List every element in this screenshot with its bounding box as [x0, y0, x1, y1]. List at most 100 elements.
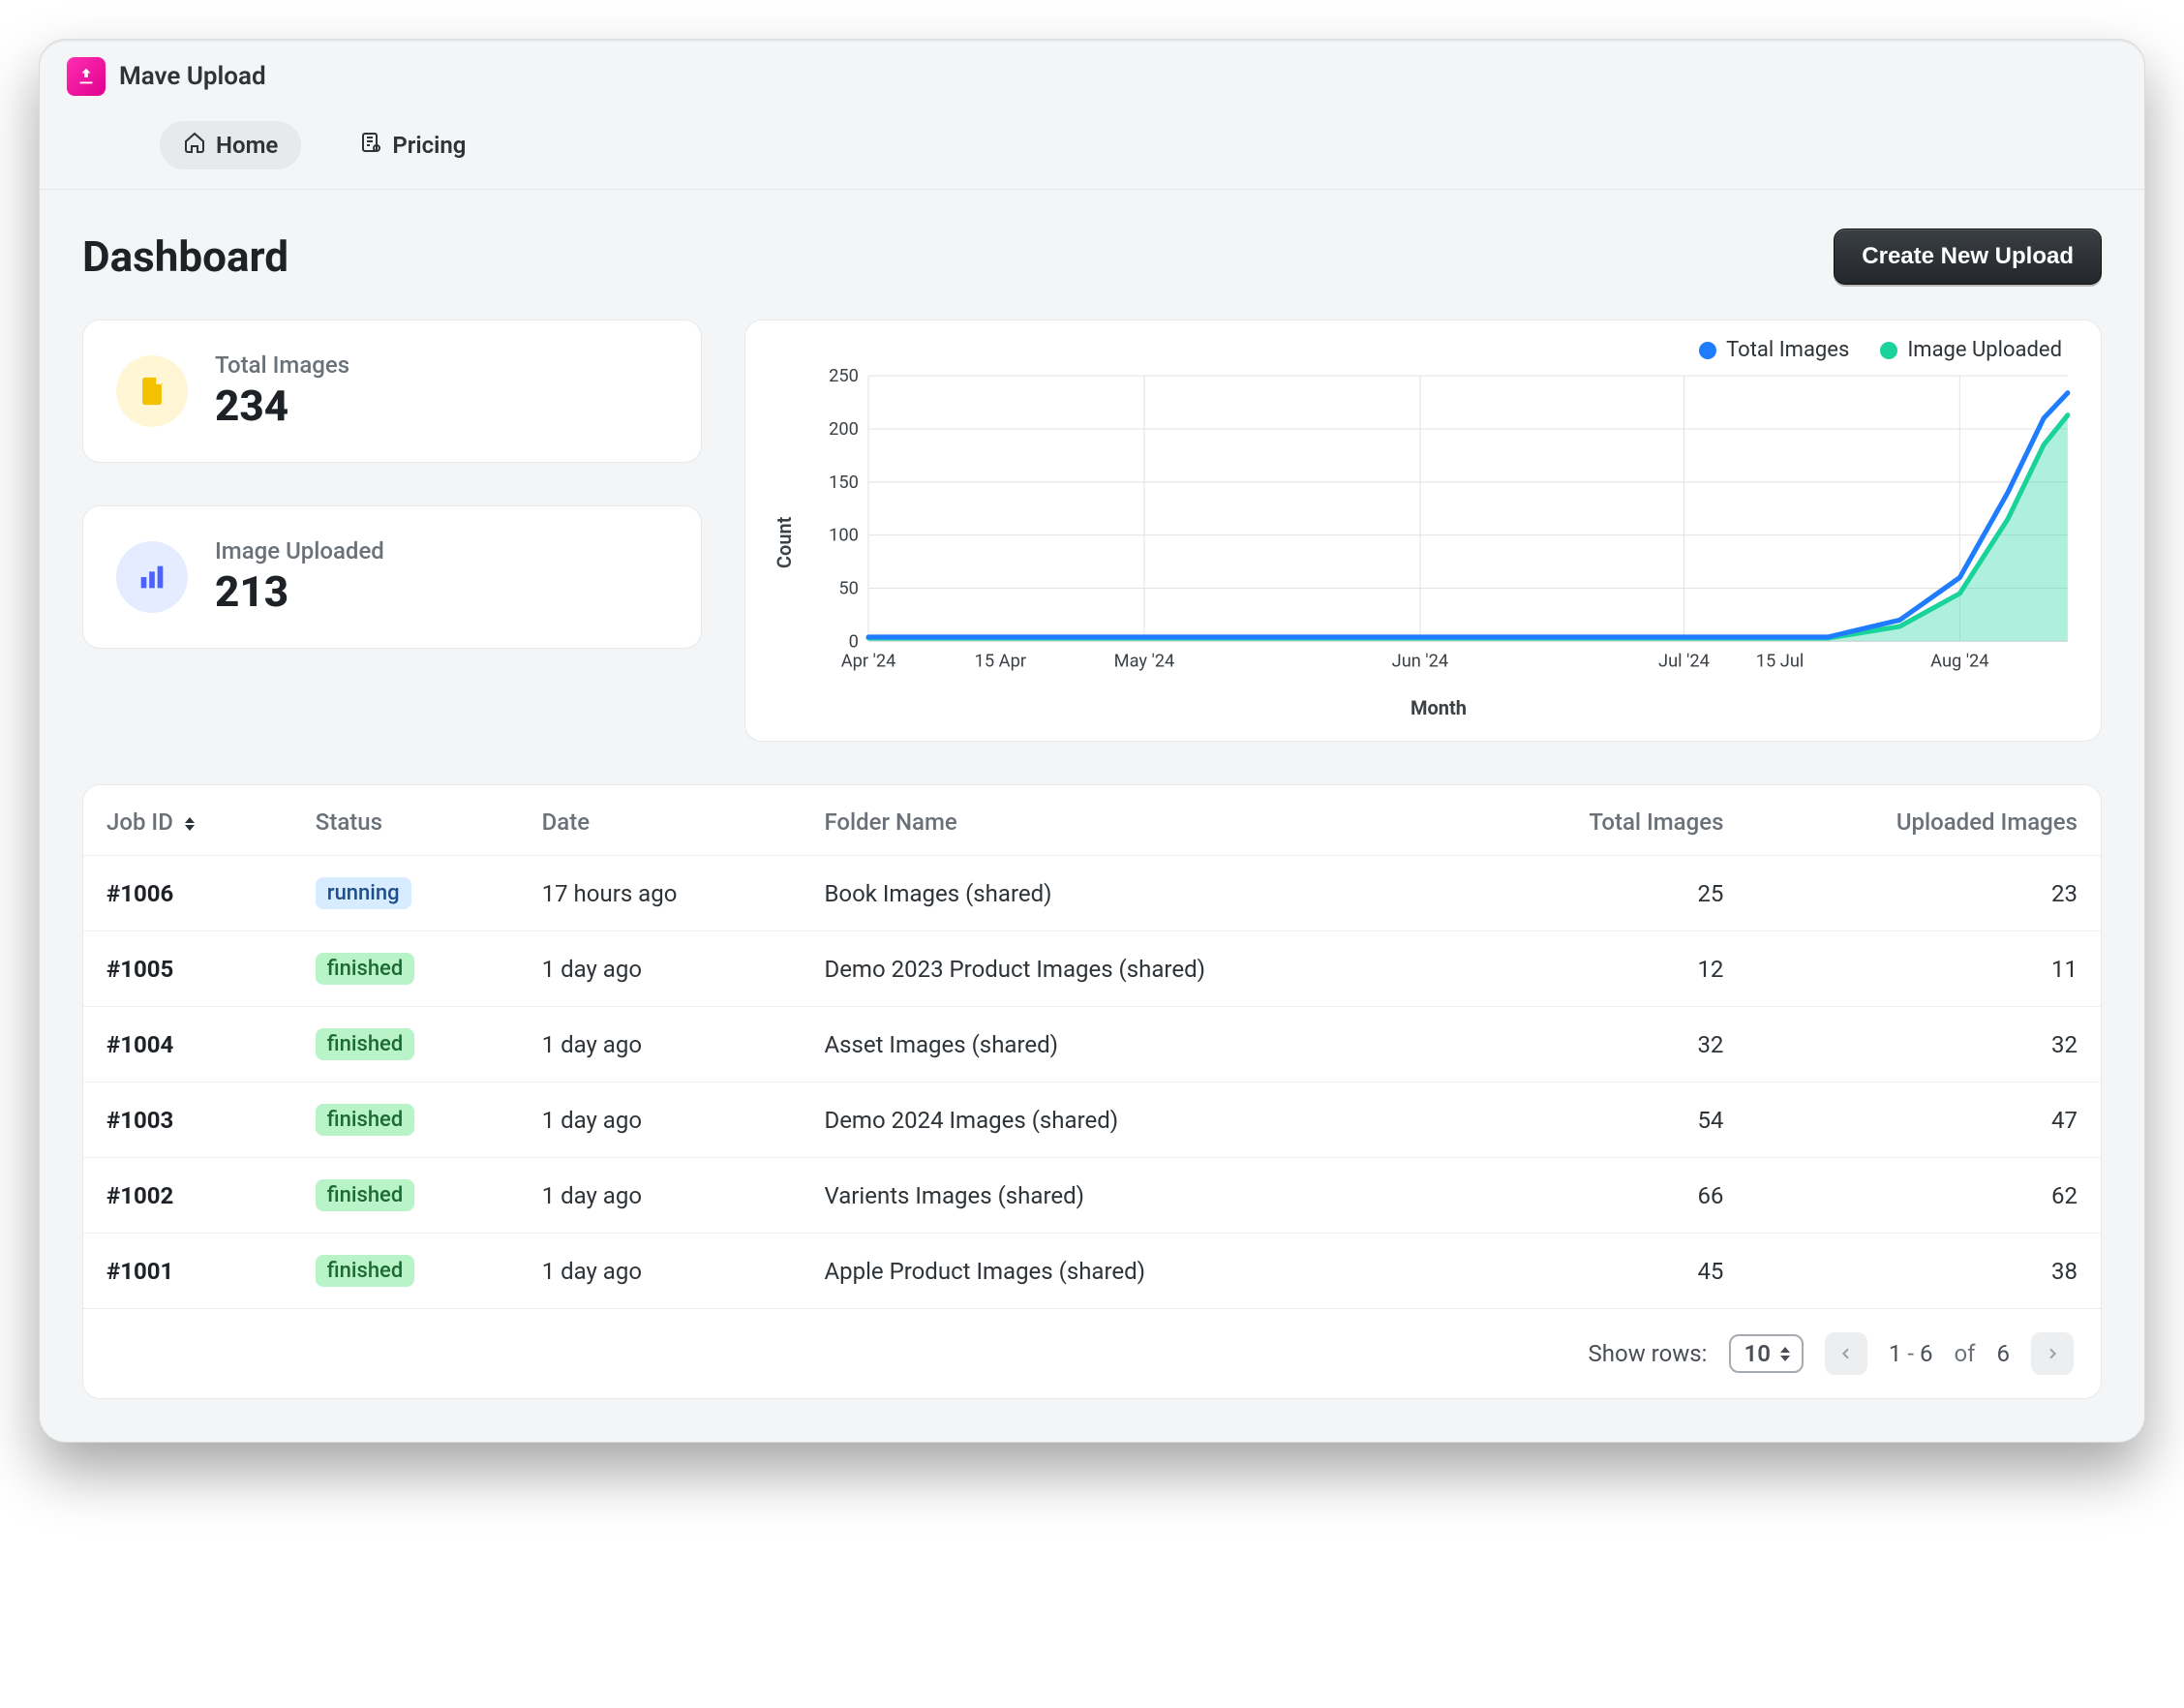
stats-row: Total Images 234 Image Uploaded 213 Tota… — [82, 320, 2102, 742]
status-badge: running — [316, 877, 411, 909]
col-job-id[interactable]: Job ID — [83, 785, 292, 856]
col-total[interactable]: Total Images — [1466, 785, 1747, 856]
stat-card-total-images: Total Images 234 — [82, 320, 702, 463]
nav-home[interactable]: Home — [160, 121, 301, 169]
file-icon — [116, 355, 188, 427]
svg-text:0: 0 — [849, 631, 859, 652]
home-icon — [183, 131, 206, 160]
chart-plot: 050100150200250Apr '2415 AprMay '24Jun '… — [800, 366, 2078, 690]
cell-total: 54 — [1466, 1083, 1747, 1158]
stat-card-uploaded: Image Uploaded 213 — [82, 505, 702, 649]
cell-date: 1 day ago — [519, 1083, 802, 1158]
svg-text:Aug '24: Aug '24 — [1930, 652, 1988, 672]
cell-date: 1 day ago — [519, 1007, 802, 1083]
cell-status: finished — [292, 1158, 519, 1234]
col-uploaded[interactable]: Uploaded Images — [1746, 785, 2101, 856]
chart-legend: Total Images Image Uploaded — [769, 338, 2078, 362]
cell-job-id: #1001 — [83, 1234, 292, 1309]
status-badge: finished — [316, 1104, 414, 1136]
status-badge: finished — [316, 1179, 414, 1211]
cell-uploaded: 11 — [1746, 931, 2101, 1007]
legend-dot-icon — [1880, 342, 1897, 359]
show-rows-label: Show rows: — [1589, 1340, 1708, 1367]
nav-bar: Home Pricing — [40, 109, 2144, 190]
cell-date: 1 day ago — [519, 1234, 802, 1309]
legend-label: Image Uploaded — [1907, 338, 2062, 362]
cell-date: 1 day ago — [519, 1158, 802, 1234]
brand-bar: Mave Upload — [40, 40, 2144, 109]
stat-value: 234 — [215, 381, 349, 431]
content: Dashboard Create New Upload Total Images… — [40, 190, 2144, 1442]
cell-job-id: #1005 — [83, 931, 292, 1007]
brand-logo-icon — [67, 57, 106, 96]
cell-job-id: #1006 — [83, 856, 292, 931]
col-job-id-label: Job ID — [106, 808, 173, 836]
svg-text:Apr '24: Apr '24 — [841, 652, 896, 672]
col-status[interactable]: Status — [292, 785, 519, 856]
page-range: 1 - 6 — [1889, 1340, 1933, 1367]
jobs-table-card: Job ID Status Date Folder Name Total Ima… — [82, 784, 2102, 1399]
col-uploaded-label: Uploaded Images — [1896, 808, 2078, 836]
next-page-button[interactable] — [2031, 1332, 2074, 1375]
cell-status: finished — [292, 931, 519, 1007]
pricing-icon — [359, 131, 382, 160]
cell-folder: Varients Images (shared) — [801, 1158, 1465, 1234]
page-total: 6 — [1997, 1340, 2011, 1367]
table-row[interactable]: #1001finished1 day agoApple Product Imag… — [83, 1234, 2101, 1309]
legend-label: Total Images — [1726, 338, 1849, 362]
chart-ylabel: Count — [769, 366, 800, 719]
stat-label: Total Images — [215, 351, 349, 379]
cell-date: 17 hours ago — [519, 856, 802, 931]
bar-chart-icon — [116, 541, 188, 613]
table-row[interactable]: #1002 finished 1 day agoVarients Images (s… — [83, 1158, 2101, 1234]
svg-text:15 Jul: 15 Jul — [1756, 652, 1805, 672]
chart-xlabel: Month — [800, 696, 2078, 719]
cell-status: running — [292, 856, 519, 931]
cell-job-id: #1004 — [83, 1007, 292, 1083]
table-footer: Show rows: 10 1 - 6 of 6 — [83, 1308, 2101, 1398]
col-folder-label: Folder Name — [824, 808, 956, 836]
cell-job-id: #1003 — [83, 1083, 292, 1158]
cell-total: 25 — [1466, 856, 1747, 931]
status-badge: finished — [316, 953, 414, 985]
chart-card: Total ImagesImage Uploaded Count 0501001… — [744, 320, 2102, 742]
table-row[interactable]: #1005finished1 day agoDemo 2023 Product … — [83, 931, 2101, 1007]
chart-body: Count 050100150200250Apr '2415 AprMay '2… — [769, 366, 2078, 719]
range-end: 6 — [1920, 1340, 1933, 1367]
svg-text:Jul '24: Jul '24 — [1658, 652, 1710, 672]
page-title: Dashboard — [82, 231, 288, 282]
table-row[interactable]: #1003finished1 day agoDemo 2024 Images (… — [83, 1083, 2101, 1158]
cell-folder: Asset Images (shared) — [801, 1007, 1465, 1083]
status-badge: finished — [316, 1028, 414, 1060]
jobs-table: Job ID Status Date Folder Name Total Ima… — [83, 785, 2101, 1308]
cell-total: 32 — [1466, 1007, 1747, 1083]
col-status-label: Status — [316, 808, 382, 836]
create-upload-button[interactable]: Create New Upload — [1834, 229, 2102, 285]
svg-text:150: 150 — [829, 473, 859, 493]
cell-job-id: #1002 — [83, 1158, 292, 1234]
range-start: 1 — [1889, 1340, 1902, 1367]
prev-page-button[interactable] — [1825, 1332, 1867, 1375]
col-date[interactable]: Date — [519, 785, 802, 856]
stat-column: Total Images 234 Image Uploaded 213 — [82, 320, 702, 742]
rows-per-page-select[interactable]: 10 — [1729, 1334, 1804, 1373]
of-label: of — [1954, 1340, 1975, 1367]
nav-home-label: Home — [216, 132, 278, 159]
nav-pricing[interactable]: Pricing — [336, 121, 489, 169]
legend-item: Total Images — [1699, 338, 1849, 362]
cell-folder: Book Images (shared) — [801, 856, 1465, 931]
brand-name: Mave Upload — [119, 62, 266, 91]
cell-total: 45 — [1466, 1234, 1747, 1309]
sort-icon — [185, 817, 195, 831]
cell-uploaded: 38 — [1746, 1234, 2101, 1309]
col-folder[interactable]: Folder Name — [801, 785, 1465, 856]
table-row[interactable]: #1004 finished 1 day agoAsset Images (shar… — [83, 1007, 2101, 1083]
cell-status: finished — [292, 1083, 519, 1158]
cell-total: 12 — [1466, 931, 1747, 1007]
cell-status: finished — [292, 1007, 519, 1083]
svg-text:50: 50 — [838, 579, 859, 599]
svg-text:Jun '24: Jun '24 — [1392, 652, 1449, 672]
svg-text:200: 200 — [829, 419, 859, 440]
svg-text:May '24: May '24 — [1114, 652, 1175, 672]
table-row[interactable]: #1006 running 17 hours agoBook Images (sha… — [83, 856, 2101, 931]
